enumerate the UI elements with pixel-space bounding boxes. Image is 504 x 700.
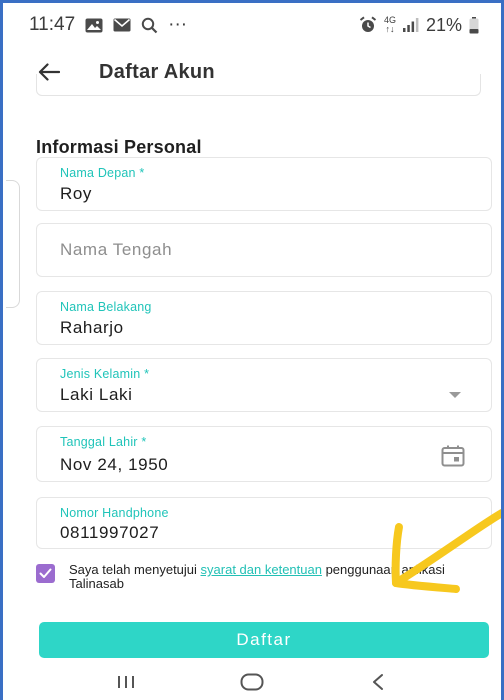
- phone-label: Nomor Handphone: [60, 506, 169, 520]
- middle-name-placeholder: Nama Tengah: [60, 240, 173, 259]
- check-icon: [39, 568, 52, 579]
- terms-text: Saya telah menyetujui syarat dan ketentu…: [69, 563, 494, 590]
- first-name-label: Nama Depan *: [60, 166, 145, 180]
- middle-name-field[interactable]: Nama Tengah: [36, 223, 492, 277]
- last-name-field[interactable]: Nama Belakang Raharjo: [36, 291, 492, 345]
- status-left: 11:47 ···: [29, 14, 187, 36]
- terms-checkbox[interactable]: [36, 564, 55, 583]
- last-name-value: Raharjo: [60, 318, 124, 337]
- gallery-icon: [85, 18, 103, 33]
- last-name-label: Nama Belakang: [60, 300, 152, 314]
- side-edge-handle: [6, 180, 20, 308]
- chevron-left-icon: [371, 673, 385, 691]
- gender-value: Laki Laki: [60, 385, 133, 404]
- alarm-icon: [359, 16, 377, 34]
- home-icon: [240, 673, 264, 691]
- section-title: Informasi Personal: [36, 137, 202, 157]
- home-button[interactable]: [222, 667, 282, 697]
- nav-back-button[interactable]: [348, 667, 408, 697]
- previous-section-card: [36, 74, 481, 96]
- phone-screen: 11:47 ··· 4G ↑↓ 21% Daftar Akun Informas…: [0, 0, 504, 700]
- phone-field[interactable]: Nomor Handphone 0811997027: [36, 497, 492, 549]
- birth-date-field[interactable]: Tanggal Lahir * Nov 24, 1950: [36, 426, 492, 482]
- network-type-icon: 4G ↑↓: [384, 16, 396, 34]
- phone-value: 0811997027: [60, 523, 160, 542]
- status-ellipsis: ···: [168, 14, 188, 35]
- status-right: 4G ↑↓ 21%: [359, 15, 479, 36]
- status-time: 11:47: [29, 14, 76, 35]
- terms-row: Saya telah menyetujui syarat dan ketentu…: [36, 560, 496, 600]
- system-nav-bar: [3, 664, 501, 700]
- first-name-field[interactable]: Nama Depan * Roy: [36, 157, 492, 211]
- mail-icon: [113, 18, 131, 32]
- first-name-value: Roy: [60, 184, 93, 203]
- birth-date-value: Nov 24, 1950: [60, 455, 169, 474]
- status-bar: 11:47 ··· 4G ↑↓ 21%: [3, 3, 501, 47]
- gender-label: Jenis Kelamin *: [60, 367, 150, 381]
- terms-link[interactable]: syarat dan ketentuan: [201, 562, 322, 577]
- gender-select[interactable]: Jenis Kelamin * Laki Laki: [36, 358, 492, 412]
- birth-date-label: Tanggal Lahir *: [60, 435, 147, 449]
- network-activity-label: ↑↓: [385, 24, 395, 34]
- battery-percent: 21%: [425, 14, 462, 35]
- chevron-down-icon: [449, 392, 461, 398]
- recent-apps-button[interactable]: [96, 667, 156, 697]
- register-button[interactable]: Daftar: [39, 622, 489, 658]
- signal-icon: [402, 18, 419, 32]
- recent-apps-icon: [116, 674, 136, 690]
- search-icon: [141, 17, 158, 34]
- battery-icon: [469, 16, 479, 34]
- calendar-icon[interactable]: [441, 445, 465, 472]
